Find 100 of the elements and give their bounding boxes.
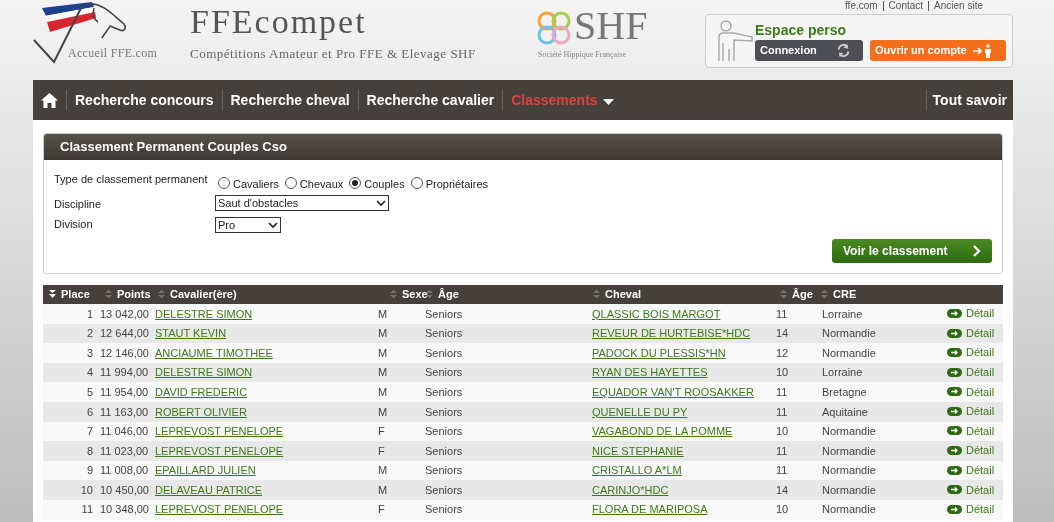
radio-label: Cavaliers — [233, 177, 279, 192]
table-cell: Normandie — [822, 503, 876, 516]
horse-link[interactable]: QLASSIC BOIS MARGOT — [592, 307, 721, 320]
horse-link[interactable]: NICE STEPHANIE — [592, 444, 684, 457]
table-cell: 1 — [86, 307, 93, 320]
horse-link[interactable]: CARINJO*HDC — [592, 483, 669, 496]
rider-link[interactable]: ROBERT OLIVIER — [155, 405, 247, 418]
arrow-right-icon — [947, 465, 962, 475]
table-cell: Lorraine — [822, 366, 863, 379]
horse-link[interactable]: REVEUR DE HURTEBISE*HDC — [592, 327, 751, 340]
table-cell: 10 348,00 — [100, 503, 149, 516]
horse-link[interactable]: FLORA DE MARIPOSA — [592, 503, 708, 516]
field-label: Type de classement permanent — [54, 172, 208, 187]
detail-link[interactable]: Détail — [947, 481, 995, 498]
horse-link[interactable]: VAGABOND DE LA POMME — [592, 425, 733, 438]
horse-link[interactable]: QUENELLE DU PY — [592, 405, 688, 418]
nav-tab[interactable]: Recherche concours — [67, 80, 222, 120]
column-header[interactable]: Âge — [438, 285, 459, 303]
submit-button[interactable]: Voir le classement — [832, 239, 992, 263]
table-cell: Normandie — [822, 444, 876, 457]
detail-link[interactable]: Détail — [947, 403, 995, 420]
table-cell: 10 — [776, 366, 789, 379]
column-header[interactable]: Cavalier(ère) — [170, 285, 237, 303]
login-button[interactable]: Connexion — [755, 40, 863, 61]
table-cell: Seniors — [425, 405, 463, 418]
table-cell: M — [378, 483, 388, 496]
rider-link[interactable]: STAUT KEVIN — [155, 327, 227, 340]
table-cell: 12 644,00 — [100, 327, 149, 340]
column-header[interactable]: CRE — [833, 285, 857, 303]
rider-link[interactable]: DELAVEAU PATRICE — [155, 483, 262, 496]
radio-button[interactable] — [410, 176, 423, 189]
nav-link[interactable]: Tout savoir — [926, 80, 1013, 120]
detail-link[interactable]: Détail — [947, 442, 995, 459]
rider-link[interactable]: LEPREVOST PENELOPE — [155, 444, 284, 457]
radio-button[interactable] — [218, 176, 230, 189]
top-link[interactable]: Contact — [888, 0, 924, 12]
table-cell: M — [378, 405, 388, 418]
detail-link[interactable]: Détail — [947, 461, 995, 479]
horse-link[interactable]: RYAN DES HAYETTES — [592, 366, 708, 379]
detail-link[interactable]: Détail — [947, 383, 995, 401]
home-link[interactable]: Accueil FFE.com — [68, 44, 158, 62]
table-cell: Seniors — [425, 346, 463, 359]
horse-link[interactable]: PADOCK DU PLESSIS*HN — [592, 346, 726, 359]
table-cell: F — [378, 425, 385, 438]
rider-link[interactable]: LEPREVOST PENELOPE — [155, 503, 284, 516]
column-header[interactable]: Cheval — [605, 285, 642, 303]
arrow-person-icon — [971, 43, 994, 58]
column-header[interactable]: Sexe — [402, 285, 428, 303]
column-header[interactable]: Place — [61, 285, 90, 303]
table-cell: 11 — [776, 464, 788, 477]
nav-tab[interactable]: Recherche cavalier — [358, 80, 503, 120]
top-link[interactable]: ffe.com — [845, 0, 878, 12]
table-cell: Normandie — [822, 483, 876, 496]
partner-logo-text: SHF — [574, 4, 648, 48]
table-cell: Seniors — [425, 503, 463, 516]
detail-link[interactable]: Détail — [947, 363, 995, 381]
detail-link[interactable]: Détail — [947, 344, 995, 361]
table-cell: 11 — [776, 385, 788, 398]
discipline-select[interactable]: Saut d'obstacles — [215, 195, 389, 211]
sort-descending-icon[interactable] — [48, 288, 57, 299]
detail-link[interactable]: Détail — [947, 422, 995, 440]
rider-link[interactable]: ANCIAUME TIMOTHEE — [155, 346, 273, 359]
signup-button[interactable]: Ouvrir un compte — [870, 40, 1006, 61]
column-header[interactable]: Points — [117, 285, 151, 303]
arrow-right-icon — [947, 446, 962, 456]
table-cell: Seniors — [425, 366, 463, 379]
table-cell: Seniors — [425, 425, 463, 438]
circles-logo-icon — [536, 10, 572, 46]
field-label: Division — [54, 217, 93, 232]
detail-link[interactable]: Détail — [947, 324, 995, 342]
rider-link[interactable]: DELESTRE SIMON — [155, 366, 253, 379]
horse-link[interactable]: CRISTALLO A*LM — [592, 464, 682, 477]
arrow-right-icon — [947, 387, 962, 397]
site-subtitle: Compétitions Amateur et Pro FFE & Elevage SHF — [190, 45, 476, 63]
nav-tab[interactable]: Recherche cheval — [222, 80, 358, 120]
rider-link[interactable]: LEPREVOST PENELOPE — [155, 425, 284, 438]
rider-link[interactable]: DAVID FREDERIC — [155, 385, 248, 398]
table-cell: 11 023,00 — [100, 444, 149, 457]
table-cell: Seniors — [425, 385, 463, 398]
radio-button[interactable] — [349, 176, 362, 189]
horse-link[interactable]: EQUADOR VAN'T ROOSAKKER — [592, 385, 754, 398]
table-cell: Seniors — [425, 483, 463, 496]
chevron-down-icon — [376, 199, 386, 207]
top-link[interactable]: Ancien site — [934, 0, 983, 12]
radio-button[interactable] — [284, 176, 297, 189]
field-label: Discipline — [54, 197, 102, 212]
detail-link[interactable]: Détail — [947, 305, 995, 322]
division-select[interactable]: Pro — [215, 217, 281, 233]
table-cell: 11 163,00 — [100, 405, 149, 418]
table-cell: M — [378, 346, 388, 359]
column-header[interactable]: Âge — [792, 285, 813, 303]
arrow-right-icon — [947, 504, 962, 514]
detail-link[interactable]: Détail — [947, 501, 995, 518]
table-cell: Normandie — [822, 346, 876, 359]
rider-link[interactable]: DELESTRE SIMON — [155, 307, 253, 320]
table-cell: 7 — [86, 425, 93, 438]
rider-link[interactable]: EPAILLARD JULIEN — [155, 464, 256, 477]
arrow-right-icon — [947, 308, 962, 318]
account-title: Espace perso — [755, 21, 847, 40]
home-icon — [41, 92, 58, 108]
